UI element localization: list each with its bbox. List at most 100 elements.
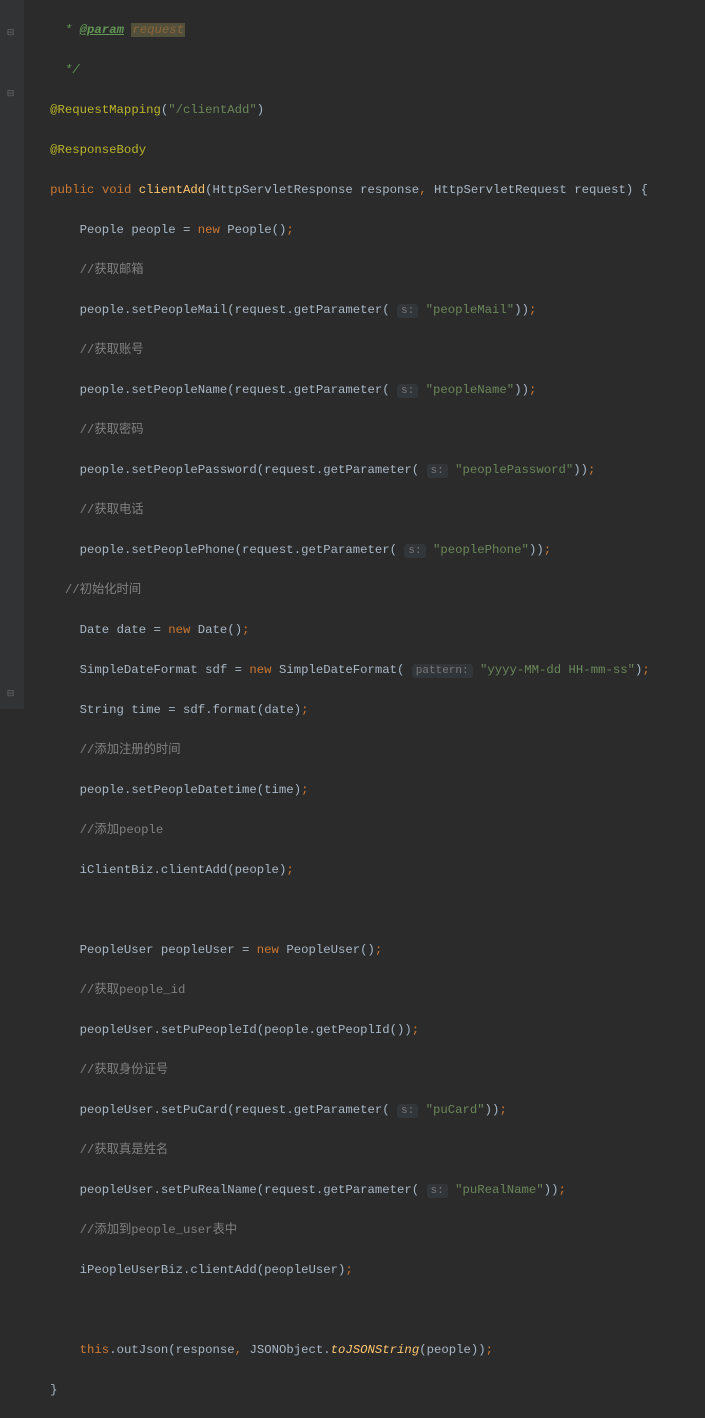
comment: //添加people bbox=[80, 823, 164, 837]
var: peopleUser bbox=[264, 1263, 338, 1277]
keyword: new bbox=[198, 223, 220, 237]
gutter: ⊟ ⊟ ⊟ bbox=[0, 0, 24, 709]
keyword: void bbox=[102, 183, 132, 197]
method-name: clientAdd bbox=[139, 183, 205, 197]
method: setPuRealName bbox=[161, 1183, 257, 1197]
var: iClientBiz bbox=[80, 863, 154, 877]
method: outJson bbox=[117, 1343, 169, 1357]
var: time bbox=[131, 703, 161, 717]
string: "/clientAdd" bbox=[168, 103, 257, 117]
comment: //获取people_id bbox=[80, 983, 186, 997]
type: Date bbox=[80, 623, 110, 637]
method: setPeopleName bbox=[131, 383, 227, 397]
doc-tag: @param bbox=[80, 23, 124, 37]
method: clientAdd bbox=[190, 1263, 256, 1277]
keyword: public bbox=[50, 183, 94, 197]
method: getParameter bbox=[294, 1103, 383, 1117]
var: peopleUser bbox=[161, 943, 235, 957]
keyword: new bbox=[168, 623, 190, 637]
type: PeopleUser bbox=[286, 943, 360, 957]
var: people bbox=[80, 383, 124, 397]
method: getParameter bbox=[294, 303, 383, 317]
var: people bbox=[235, 863, 279, 877]
method: getParameter bbox=[301, 543, 390, 557]
doc-close: */ bbox=[58, 63, 80, 77]
var: date bbox=[264, 703, 294, 717]
type: SimpleDateFormat bbox=[80, 663, 198, 677]
var: request bbox=[235, 303, 287, 317]
method: setPeoplePhone bbox=[131, 543, 234, 557]
comment: //获取电话 bbox=[80, 503, 144, 517]
method: format bbox=[213, 703, 257, 717]
var: request bbox=[235, 383, 287, 397]
method: setPeoplePassword bbox=[131, 463, 256, 477]
fold-icon[interactable]: ⊟ bbox=[5, 84, 16, 95]
var: people bbox=[80, 783, 124, 797]
fold-icon[interactable]: ⊟ bbox=[5, 684, 16, 695]
doc-param: request bbox=[131, 23, 185, 37]
var: sdf bbox=[183, 703, 205, 717]
param-hint: s: bbox=[404, 544, 425, 558]
comment: //获取真是姓名 bbox=[80, 1143, 169, 1157]
var: people bbox=[80, 543, 124, 557]
method: setPeopleMail bbox=[131, 303, 227, 317]
var: peopleUser bbox=[80, 1103, 154, 1117]
annotation: @RequestMapping bbox=[50, 103, 161, 117]
doc-star: * bbox=[58, 23, 80, 37]
type: HttpServletRequest bbox=[434, 183, 567, 197]
comment: //获取密码 bbox=[80, 423, 144, 437]
method: getParameter bbox=[323, 463, 412, 477]
type: PeopleUser bbox=[80, 943, 154, 957]
string: "puCard" bbox=[426, 1103, 485, 1117]
static-method: toJSONString bbox=[331, 1343, 420, 1357]
method: setPuCard bbox=[161, 1103, 227, 1117]
var: request bbox=[235, 1103, 287, 1117]
fold-icon[interactable]: ⊟ bbox=[5, 23, 16, 34]
var: request bbox=[264, 1183, 316, 1197]
var: people bbox=[80, 463, 124, 477]
string: "peoplePassword" bbox=[455, 463, 573, 477]
string: "peopleMail" bbox=[426, 303, 515, 317]
type: String bbox=[80, 703, 124, 717]
var: people bbox=[80, 303, 124, 317]
var: time bbox=[264, 783, 294, 797]
keyword: this bbox=[80, 1343, 110, 1357]
param-hint: s: bbox=[427, 464, 448, 478]
comment: //添加到people_user表中 bbox=[80, 1223, 237, 1237]
param-hint: pattern: bbox=[412, 664, 473, 678]
method: getParameter bbox=[323, 1183, 412, 1197]
var: people bbox=[427, 1343, 471, 1357]
type: Date bbox=[198, 623, 228, 637]
string: "yyyy-MM-dd HH-mm-ss" bbox=[480, 663, 635, 677]
var: date bbox=[117, 623, 147, 637]
var: request bbox=[242, 543, 294, 557]
type: JSONObject bbox=[249, 1343, 323, 1357]
var: request bbox=[264, 463, 316, 477]
comment: //添加注册的时间 bbox=[80, 743, 181, 757]
string: "puRealName" bbox=[455, 1183, 544, 1197]
var: iPeopleUserBiz bbox=[80, 1263, 183, 1277]
param-hint: s: bbox=[397, 1104, 418, 1118]
var: people bbox=[264, 1023, 308, 1037]
comment: //获取账号 bbox=[80, 343, 144, 357]
annotation: @ResponseBody bbox=[50, 143, 146, 157]
type: People bbox=[227, 223, 271, 237]
code-editor[interactable]: ⊟ ⊟ ⊟ * @param request */ @RequestMappin… bbox=[0, 0, 705, 709]
keyword: new bbox=[249, 663, 271, 677]
code-area[interactable]: * @param request */ @RequestMapping("/cl… bbox=[24, 0, 650, 709]
var: response bbox=[360, 183, 419, 197]
method: setPuPeopleId bbox=[161, 1023, 257, 1037]
param-hint: s: bbox=[397, 384, 418, 398]
var: peopleUser bbox=[80, 1183, 154, 1197]
var: request bbox=[574, 183, 626, 197]
method: setPeopleDatetime bbox=[131, 783, 256, 797]
type: SimpleDateFormat bbox=[279, 663, 397, 677]
comment: //初始化时间 bbox=[65, 583, 141, 597]
comment: //获取身份证号 bbox=[80, 1063, 169, 1077]
string: "peoplePhone" bbox=[433, 543, 529, 557]
comment: //获取邮箱 bbox=[80, 263, 144, 277]
var: response bbox=[176, 1343, 235, 1357]
type: People bbox=[80, 223, 124, 237]
string: "peopleName" bbox=[426, 383, 515, 397]
method: clientAdd bbox=[161, 863, 227, 877]
